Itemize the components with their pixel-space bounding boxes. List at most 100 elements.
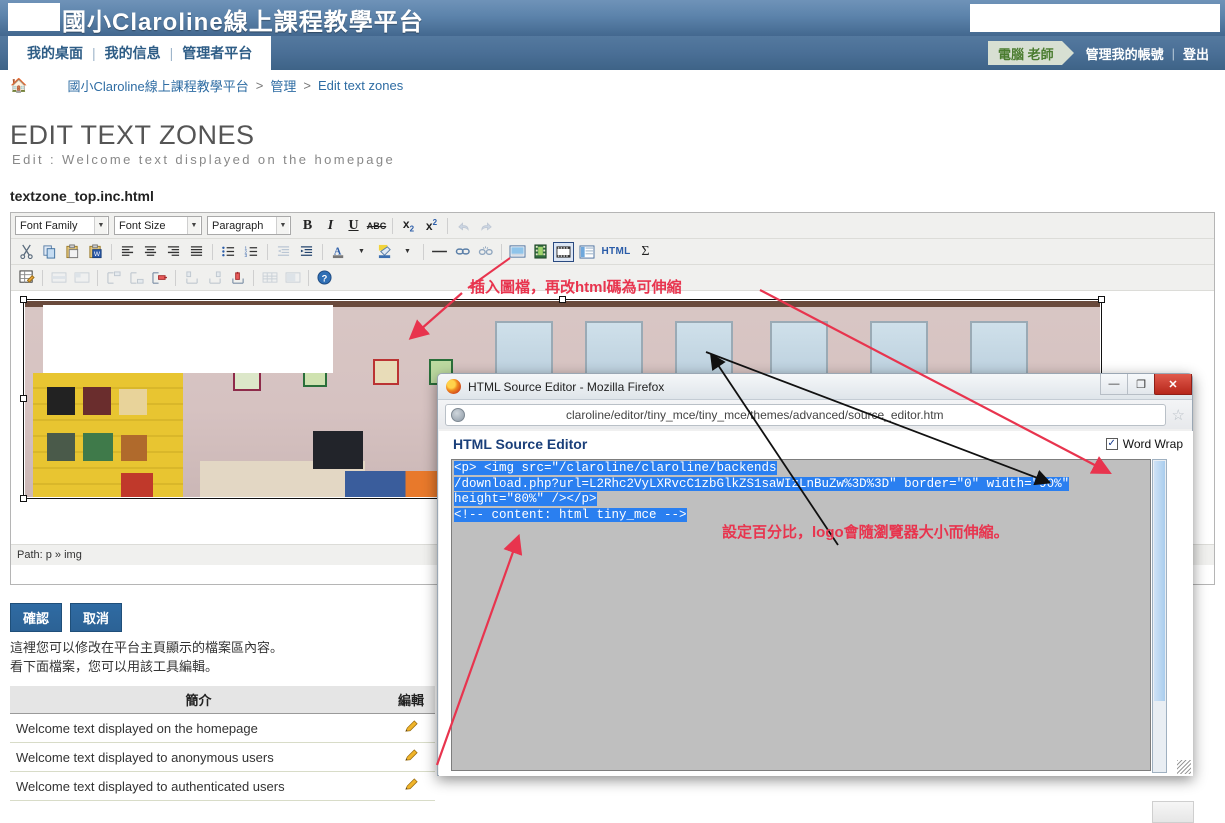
firefox-icon	[446, 379, 461, 394]
merge-cells-button[interactable]	[282, 268, 303, 288]
insert-column-after-button[interactable]	[204, 268, 225, 288]
superscript-button[interactable]: x2	[421, 216, 442, 236]
breadcrumb-item-platform[interactable]: 國小Claroline線上課程教學平台	[67, 76, 248, 95]
pencil-icon[interactable]	[404, 777, 419, 792]
align-justify-button[interactable]	[186, 242, 207, 262]
user-name-chip: 電腦 老師	[987, 41, 1074, 65]
align-center-icon	[144, 246, 157, 256]
editor-path-label: Path: p » img	[17, 549, 82, 561]
help-icon: ?	[317, 270, 332, 285]
font-size-select[interactable]: Font Size ▼	[114, 216, 202, 235]
indent-button[interactable]	[296, 242, 317, 262]
paste-from-word-button[interactable]: W	[85, 242, 106, 262]
pencil-icon[interactable]	[404, 719, 419, 734]
table-edit-icon	[19, 270, 35, 283]
chevron-down-icon: ▼	[276, 217, 289, 234]
media-film-icon	[534, 244, 547, 259]
subscript-button[interactable]: x2	[398, 216, 419, 236]
home-icon[interactable]: 🏠	[10, 77, 27, 94]
delete-row-button[interactable]	[149, 268, 170, 288]
help-button[interactable]: ?	[314, 268, 335, 288]
text-color-dropdown[interactable]: ▼	[351, 242, 372, 262]
dialog-resize-area	[1152, 801, 1194, 823]
bookmark-star-icon[interactable]: ☆	[1172, 406, 1185, 424]
close-button[interactable]: ✕	[1154, 374, 1192, 395]
strikethrough-button[interactable]: ABC	[366, 216, 387, 236]
edit-html-source-button[interactable]: HTML	[599, 242, 633, 262]
insert-film-button[interactable]	[553, 241, 574, 262]
table-cell-edit[interactable]	[387, 713, 435, 743]
align-right-button[interactable]	[163, 242, 184, 262]
align-left-button[interactable]	[117, 242, 138, 262]
paste-button[interactable]	[62, 242, 83, 262]
horizontal-rule-button[interactable]	[429, 242, 450, 262]
split-cells-button[interactable]	[259, 268, 280, 288]
scissors-icon	[20, 244, 33, 259]
insert-image-button[interactable]	[507, 242, 528, 262]
outdent-button[interactable]	[273, 242, 294, 262]
paragraph-format-select[interactable]: Paragraph ▼	[207, 216, 291, 235]
table-properties-button[interactable]	[16, 268, 37, 288]
bullet-list-button[interactable]	[218, 242, 239, 262]
align-left-icon	[121, 246, 134, 256]
insert-row-before-button[interactable]	[103, 268, 124, 288]
cell-properties-button[interactable]	[71, 268, 92, 288]
breadcrumb-separator: >	[255, 77, 264, 93]
html-source-textarea[interactable]: <p> <img src="/claroline/claroline/backe…	[451, 459, 1151, 771]
redo-button[interactable]	[476, 216, 497, 236]
undo-button[interactable]	[453, 216, 474, 236]
globe-icon	[451, 407, 465, 422]
scrollbar-thumb[interactable]	[1154, 461, 1165, 701]
nav-item-my-desktop[interactable]: 我的桌面	[18, 43, 92, 63]
text-color-button[interactable]: A	[328, 242, 349, 262]
maximize-button[interactable]: ❐	[1127, 374, 1155, 395]
insert-template-button[interactable]	[576, 242, 597, 262]
insert-column-before-button[interactable]	[181, 268, 202, 288]
url-text: claroline/editor/tiny_mce/tiny_mce/theme…	[566, 407, 944, 422]
breadcrumb-item-edit-text-zones[interactable]: Edit text zones	[318, 78, 403, 93]
minimize-button[interactable]: —	[1100, 374, 1128, 395]
cancel-button[interactable]: 取消	[70, 603, 123, 632]
breadcrumb-item-admin[interactable]: 管理	[270, 76, 296, 95]
row-properties-button[interactable]	[48, 268, 69, 288]
insert-media-button[interactable]	[530, 242, 551, 262]
background-color-button[interactable]	[374, 242, 395, 262]
bold-button[interactable]: B	[297, 216, 318, 236]
toolbar-separator	[423, 243, 424, 260]
url-input[interactable]: claroline/editor/tiny_mce/tiny_mce/theme…	[445, 403, 1166, 426]
logout-link[interactable]: 登出	[1175, 44, 1217, 63]
code-line-2: /download.php?url=L2Rhc2VyLXRvcC1zbGlkZS…	[454, 476, 1070, 491]
cell-props-icon	[74, 272, 89, 283]
insert-link-button[interactable]	[452, 242, 473, 262]
italic-button[interactable]: I	[320, 216, 341, 236]
table-cell-edit[interactable]	[387, 742, 435, 772]
textarea-scrollbar[interactable]	[1152, 459, 1167, 773]
word-wrap-checkbox[interactable]: ✓	[1105, 438, 1118, 450]
cut-button[interactable]	[16, 242, 37, 262]
delete-column-button[interactable]	[227, 268, 248, 288]
background-color-dropdown[interactable]: ▼	[397, 242, 418, 262]
underline-button[interactable]: U	[343, 216, 364, 236]
word-wrap-toggle[interactable]: ✓ Word Wrap	[1105, 437, 1183, 451]
nav-item-my-messages[interactable]: 我的信息	[96, 43, 170, 63]
confirm-button[interactable]: 確認	[10, 603, 63, 632]
numbered-list-button[interactable]: 123	[241, 242, 262, 262]
unlink-button[interactable]	[475, 242, 496, 262]
align-center-button[interactable]	[140, 242, 161, 262]
manage-my-account-link[interactable]: 管理我的帳號	[1078, 44, 1172, 63]
nav-item-admin-platform[interactable]: 管理者平台	[173, 43, 261, 63]
font-family-select[interactable]: Font Family ▼	[15, 216, 109, 235]
insert-row-after-button[interactable]	[126, 268, 147, 288]
photo-book	[47, 433, 75, 461]
column-header-description: 簡介	[10, 686, 387, 714]
toolbar-separator	[322, 243, 323, 260]
template-icon	[579, 244, 594, 259]
dialog-title-bar[interactable]: HTML Source Editor - Mozilla Firefox — ❐…	[438, 374, 1192, 400]
site-header: 國小Claroline線上課程教學平台	[0, 0, 1225, 36]
html-source-editor-dialog: HTML Source Editor - Mozilla Firefox — ❐…	[437, 373, 1194, 823]
pencil-icon[interactable]	[404, 748, 419, 763]
insert-formula-button[interactable]: Σ	[635, 242, 656, 262]
resize-grip[interactable]	[1177, 760, 1191, 774]
svg-text:3: 3	[245, 253, 248, 258]
copy-button[interactable]	[39, 242, 60, 262]
